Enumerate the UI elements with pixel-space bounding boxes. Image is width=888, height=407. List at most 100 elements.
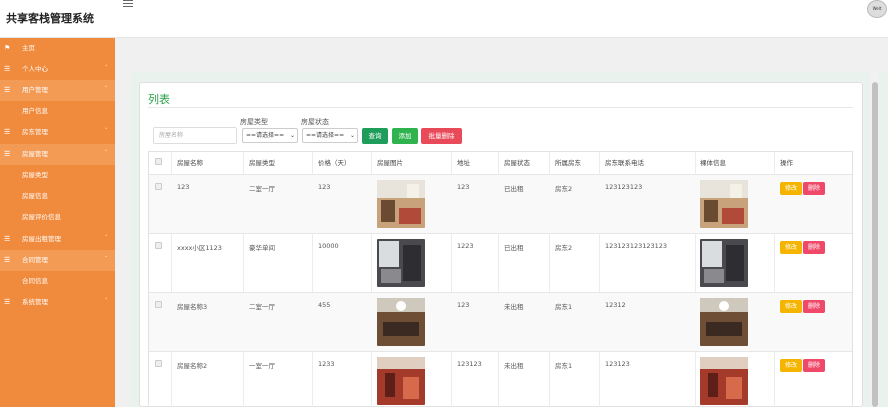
row-checkbox[interactable] — [155, 360, 162, 367]
row-checkbox[interactable] — [155, 242, 162, 249]
table-row: 123 二室一厅 123 123 已出租 房东2 123123123 修改 删除 — [149, 174, 852, 233]
app-title: 共享客栈管理系统 — [6, 12, 94, 25]
sidebar-item-label: 个人中心 — [22, 65, 48, 73]
sidebar-item-rentals[interactable]: ☰ 房屋出租管理 ˅ — [0, 229, 115, 250]
sidebar-item-contracts[interactable]: ☰ 合同管理 ˄ — [0, 250, 115, 271]
col-header: 价格（天） — [318, 159, 351, 167]
data-table: 房屋名称 房屋类型 价格（天） 房屋图片 地址 房屋状态 所属房东 房东联系电话… — [148, 151, 853, 407]
cell-type: 二室一厅 — [249, 185, 275, 193]
detail-image — [700, 298, 748, 346]
sidebar-item-label: 合同信息 — [22, 277, 48, 285]
chevron-down-icon: ˅ — [105, 128, 108, 134]
sidebar-item-label: 房屋信息 — [22, 192, 48, 200]
cell-price: 455 — [318, 301, 331, 309]
cell-address: 123 — [457, 301, 470, 309]
sidebar-item-label: 房东管理 — [22, 128, 48, 136]
sidebar-item-home[interactable]: ⚑ 主页 — [0, 38, 115, 59]
sidebar-item-label: 房屋管理 — [22, 150, 48, 158]
col-header: 房屋图片 — [377, 159, 403, 167]
col-header: 裸体信息 — [700, 159, 726, 167]
edit-button[interactable]: 修改 — [780, 182, 802, 195]
house-type-label: 房屋类型 — [240, 118, 268, 126]
top-bar: 共享客栈管理系统 Welt — [0, 0, 888, 38]
sidebar-item-label: 用户管理 — [22, 86, 48, 94]
avatar[interactable]: Welt — [867, 0, 887, 18]
cell-address: 123 — [457, 183, 470, 191]
sidebar-item-label: 系统管理 — [22, 298, 48, 306]
house-type-select[interactable]: ==请选择== ⌄ — [242, 128, 298, 143]
cell-price: 1233 — [318, 360, 335, 368]
sidebar-item-landlords[interactable]: ☰ 房东管理 ˅ — [0, 122, 115, 143]
sidebar-item-label: 主页 — [22, 44, 35, 52]
sidebar-item-label: 用户信息 — [22, 107, 48, 115]
cell-address: 123123 — [457, 360, 482, 368]
sidebar-item-contract-info[interactable]: 合同信息 — [0, 271, 115, 292]
row-checkbox[interactable] — [155, 183, 162, 190]
col-header: 房屋状态 — [504, 159, 530, 167]
cell-status: 已出租 — [504, 244, 524, 252]
cell-type: 二室一厅 — [249, 303, 275, 311]
house-status-select[interactable]: ==请选择== ⌄ — [302, 128, 358, 143]
house-image — [377, 180, 425, 228]
chevron-down-icon: ˅ — [105, 235, 108, 241]
list-icon: ☰ — [4, 86, 11, 94]
chevron-up-icon: ˄ — [105, 150, 108, 156]
cell-type: 豪华单间 — [249, 244, 275, 252]
chevron-down-icon: ˄ — [105, 86, 108, 92]
col-header: 所属房东 — [555, 159, 581, 167]
cell-phone: 123123123 — [605, 183, 643, 191]
sidebar-item-house-info[interactable]: 房屋信息 — [0, 186, 115, 207]
chevron-down-icon: ˅ — [105, 65, 108, 71]
col-header: 操作 — [780, 159, 793, 167]
detail-image — [700, 239, 748, 287]
house-name-input[interactable]: 房屋名称 — [153, 127, 237, 144]
cell-landlord: 房东1 — [555, 303, 573, 311]
house-image — [377, 298, 425, 346]
edit-button[interactable]: 修改 — [780, 300, 802, 313]
house-image — [377, 357, 425, 405]
list-icon: ☰ — [4, 150, 11, 158]
cell-landlord: 房东2 — [555, 185, 573, 193]
list-icon: ☰ — [4, 256, 11, 264]
col-header: 房东联系电话 — [605, 159, 644, 167]
list-icon: ☰ — [4, 65, 11, 73]
select-all-checkbox[interactable] — [155, 158, 162, 165]
flag-icon: ⚑ — [4, 44, 11, 52]
sidebar-item-personal[interactable]: ☰ 个人中心 ˅ — [0, 59, 115, 80]
add-button[interactable]: 添加 — [392, 128, 418, 144]
chevron-down-icon: ˅ — [105, 298, 108, 304]
sidebar-item-system[interactable]: ☰ 系统管理 ˅ — [0, 292, 115, 313]
sidebar-item-label: 房屋评价信息 — [22, 213, 61, 221]
cell-price: 123 — [318, 183, 331, 191]
edit-button[interactable]: 修改 — [780, 241, 802, 254]
sidebar-item-house-reviews[interactable]: 房屋评价信息 — [0, 207, 115, 228]
page-title: 列表 — [148, 93, 170, 106]
cell-phone: 123123123123123 — [605, 242, 668, 250]
scrollbar-thumb[interactable] — [872, 82, 878, 407]
row-checkbox[interactable] — [155, 301, 162, 308]
delete-button[interactable]: 删除 — [803, 359, 825, 372]
delete-button[interactable]: 删除 — [803, 300, 825, 313]
sidebar-item-user-info[interactable]: 用户信息 — [0, 101, 115, 122]
edit-button[interactable]: 修改 — [780, 359, 802, 372]
list-icon: ☰ — [4, 298, 11, 306]
menu-toggle-icon[interactable] — [123, 0, 133, 8]
sidebar-item-houses[interactable]: ☰ 房屋管理 ˄ — [0, 144, 115, 165]
cell-name: 房屋名称2 — [177, 362, 208, 370]
house-image — [377, 239, 425, 287]
delete-button[interactable]: 删除 — [803, 182, 825, 195]
sidebar-item-users[interactable]: ☰ 用户管理 ˄ — [0, 80, 115, 101]
cell-status: 未出租 — [504, 362, 524, 370]
delete-button[interactable]: 删除 — [803, 241, 825, 254]
cell-phone: 123123 — [605, 360, 630, 368]
cell-status: 已出租 — [504, 185, 524, 193]
cell-landlord: 房东2 — [555, 244, 573, 252]
divider — [148, 107, 853, 108]
sidebar-item-label: 房屋出租管理 — [22, 235, 61, 243]
sidebar-item-house-types[interactable]: 房屋类型 — [0, 165, 115, 186]
batch-delete-button[interactable]: 批量删除 — [421, 128, 462, 144]
detail-image — [700, 180, 748, 228]
cell-name: xxxx小区1123 — [177, 244, 222, 252]
cell-name: 123 — [177, 183, 190, 191]
search-button[interactable]: 查询 — [362, 128, 388, 144]
